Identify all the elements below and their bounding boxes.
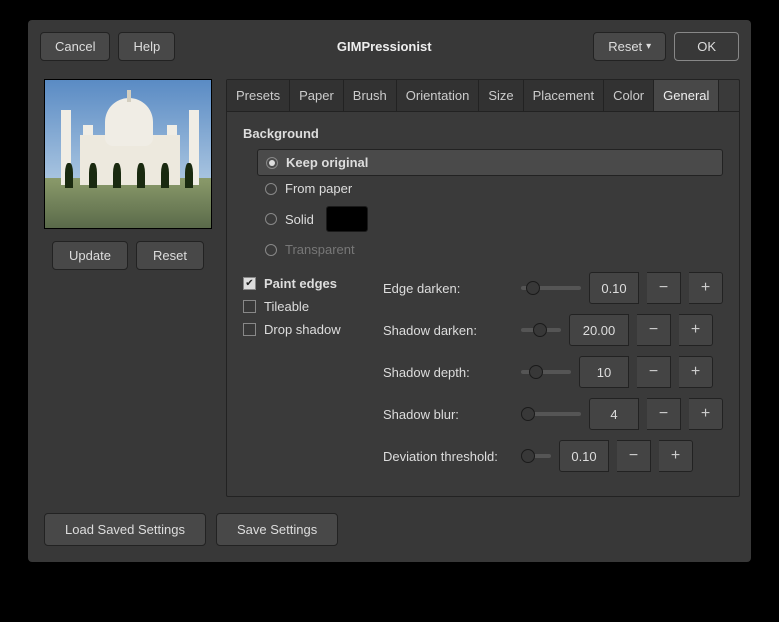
help-button[interactable]: Help <box>118 32 175 61</box>
shadow-blur-minus[interactable]: − <box>647 398 681 430</box>
preview-image <box>44 79 212 229</box>
checkbox-icon <box>243 300 256 313</box>
deviation-slider[interactable] <box>521 454 551 458</box>
background-section-title: Background <box>243 126 723 141</box>
radio-icon <box>265 213 277 225</box>
check-paint-edges[interactable]: ✔ Paint edges <box>243 272 363 295</box>
shadow-darken-label: Shadow darken: <box>383 323 513 338</box>
ok-button[interactable]: OK <box>674 32 739 61</box>
deviation-input[interactable]: 0.10 <box>559 440 609 472</box>
shadow-depth-input[interactable]: 10 <box>579 356 629 388</box>
load-settings-button[interactable]: Load Saved Settings <box>44 513 206 546</box>
radio-transparent: Transparent <box>257 237 723 262</box>
tab-bar: Presets Paper Brush Orientation Size Pla… <box>227 80 739 112</box>
radio-icon <box>265 244 277 256</box>
shadow-depth-slider[interactable] <box>521 370 571 374</box>
tab-presets[interactable]: Presets <box>227 80 290 111</box>
radio-label: Transparent <box>285 242 355 257</box>
checkbox-icon <box>243 323 256 336</box>
tab-paper[interactable]: Paper <box>290 80 344 111</box>
deviation-minus[interactable]: − <box>617 440 651 472</box>
shadow-depth-plus[interactable]: + <box>679 356 713 388</box>
deviation-label: Deviation threshold: <box>383 449 513 464</box>
radio-solid[interactable]: Solid <box>257 201 723 237</box>
radio-label: Keep original <box>286 155 368 170</box>
update-button[interactable]: Update <box>52 241 128 270</box>
reset-dropdown-button[interactable]: Reset ▾ <box>593 32 666 61</box>
shadow-depth-label: Shadow depth: <box>383 365 513 380</box>
edge-darken-label: Edge darken: <box>383 281 513 296</box>
chevron-down-icon: ▾ <box>646 41 651 52</box>
check-label: Paint edges <box>264 276 337 291</box>
shadow-darken-input[interactable]: 20.00 <box>569 314 629 346</box>
radio-label: Solid <box>285 212 314 227</box>
radio-from-paper[interactable]: From paper <box>257 176 723 201</box>
radio-keep-original[interactable]: Keep original <box>257 149 723 176</box>
check-tileable[interactable]: Tileable <box>243 295 363 318</box>
edge-darken-plus[interactable]: + <box>689 272 723 304</box>
solid-color-swatch[interactable] <box>326 206 368 232</box>
preview-reset-button[interactable]: Reset <box>136 241 204 270</box>
reset-label: Reset <box>608 39 642 54</box>
tab-orientation[interactable]: Orientation <box>397 80 480 111</box>
check-drop-shadow[interactable]: Drop shadow <box>243 318 363 341</box>
dialog-title: GIMPressionist <box>183 39 585 54</box>
edge-darken-slider[interactable] <box>521 286 581 290</box>
tab-color[interactable]: Color <box>604 80 654 111</box>
save-settings-button[interactable]: Save Settings <box>216 513 338 546</box>
tab-size[interactable]: Size <box>479 80 523 111</box>
radio-label: From paper <box>285 181 352 196</box>
shadow-depth-minus[interactable]: − <box>637 356 671 388</box>
tab-general[interactable]: General <box>654 80 719 111</box>
shadow-blur-label: Shadow blur: <box>383 407 513 422</box>
edge-darken-input[interactable]: 0.10 <box>589 272 639 304</box>
edge-darken-minus[interactable]: − <box>647 272 681 304</box>
deviation-plus[interactable]: + <box>659 440 693 472</box>
tab-placement[interactable]: Placement <box>524 80 604 111</box>
shadow-blur-input[interactable]: 4 <box>589 398 639 430</box>
check-label: Drop shadow <box>264 322 341 337</box>
shadow-darken-slider[interactable] <box>521 328 561 332</box>
cancel-button[interactable]: Cancel <box>40 32 110 61</box>
radio-icon <box>265 183 277 195</box>
checkbox-icon: ✔ <box>243 277 256 290</box>
shadow-blur-slider[interactable] <box>521 412 581 416</box>
check-label: Tileable <box>264 299 309 314</box>
shadow-darken-plus[interactable]: + <box>679 314 713 346</box>
tab-brush[interactable]: Brush <box>344 80 397 111</box>
shadow-darken-minus[interactable]: − <box>637 314 671 346</box>
shadow-blur-plus[interactable]: + <box>689 398 723 430</box>
radio-icon <box>266 157 278 169</box>
